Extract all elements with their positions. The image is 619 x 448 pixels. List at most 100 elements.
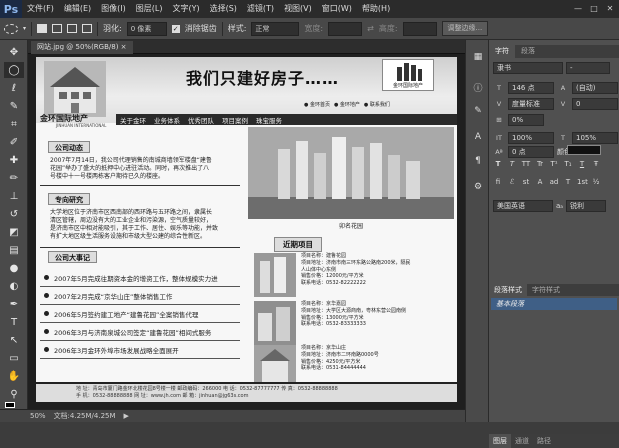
blur-icon[interactable]: ● <box>4 260 24 276</box>
tool-presets-icon[interactable]: ⚙ <box>470 180 486 194</box>
small-caps-button[interactable]: Tr <box>535 160 545 168</box>
subnav-contact[interactable]: ● 联系我们 <box>364 101 390 108</box>
menu-view[interactable]: 视图(V) <box>279 0 317 18</box>
height-input[interactable] <box>402 21 437 36</box>
ordinals-button[interactable]: 1st <box>577 178 588 186</box>
nav-cases[interactable]: 项目案例 <box>218 115 252 125</box>
project-card[interactable]: 项目名称：建鲁花园 项目地址：济南市南三环东路公路南200米，隔民 人山体中心东… <box>254 253 454 299</box>
leading-input[interactable]: (自动) <box>572 82 618 94</box>
status-menu-arrow-icon[interactable]: ▶ <box>124 412 129 420</box>
new-selection-icon[interactable] <box>37 24 48 33</box>
baseline-input[interactable]: 0 点 <box>508 146 554 158</box>
tab-channels[interactable]: 通道 <box>511 436 533 446</box>
restore-button[interactable]: □ <box>587 2 601 14</box>
dodge-icon[interactable]: ◐ <box>4 278 24 294</box>
tracking-input[interactable]: 0 <box>572 98 618 110</box>
nav-business[interactable]: 业务体系 <box>150 115 184 125</box>
rectangle-icon[interactable]: ▭ <box>4 350 24 366</box>
antialias-checkbox[interactable]: ✓ <box>171 24 180 33</box>
ligature-button[interactable]: fi <box>493 178 503 186</box>
brush-presets-icon[interactable]: ✎ <box>470 104 486 118</box>
horizontal-scale-input[interactable]: 105% <box>572 132 618 144</box>
list-item[interactable]: 2006年3月与济南泉城公司签定“建鲁花园”相间式服务 <box>40 323 240 341</box>
scale-input[interactable]: 0% <box>508 114 544 126</box>
subtract-selection-icon[interactable] <box>67 24 78 33</box>
subscript-button[interactable]: T₁ <box>563 160 573 168</box>
menu-select[interactable]: 选择(S) <box>205 0 242 18</box>
clone-stamp-icon[interactable]: ⊥ <box>4 188 24 204</box>
gradient-icon[interactable]: ▤ <box>4 242 24 258</box>
menu-filter[interactable]: 滤镜(T) <box>242 0 279 18</box>
text-color-swatch[interactable] <box>567 145 601 155</box>
nav-services[interactable]: 珠宝服务 <box>252 115 286 125</box>
subnav-estate[interactable]: ● 金环地产 <box>334 101 360 108</box>
info-icon[interactable]: ⓘ <box>470 80 486 94</box>
style-select[interactable]: 正常 <box>251 21 300 36</box>
tab-character[interactable]: 字符 <box>489 45 515 58</box>
lasso-icon[interactable]: ℓ <box>4 80 24 96</box>
document-tab[interactable]: 网站.jpg @ 50%(RGB/8) × <box>31 41 133 54</box>
crop-icon[interactable]: ⌗ <box>4 116 24 132</box>
menu-file[interactable]: 文件(F) <box>22 0 59 18</box>
menu-help[interactable]: 帮助(H) <box>357 0 395 18</box>
pen-icon[interactable]: ✒ <box>4 296 24 312</box>
font-family-select[interactable]: 隶书 <box>493 62 563 74</box>
stylistic-alternates-button[interactable]: ad <box>549 178 559 186</box>
history-icon[interactable]: ▦ <box>470 50 486 64</box>
zoom-level[interactable]: 50% <box>30 412 46 420</box>
subnav-home[interactable]: ● 金环首页 <box>304 101 330 108</box>
project-card[interactable]: 项目名称：京华嘉园 项目地址：大学区大源商南，粤林东营公园南侧 销售价格：130… <box>254 301 454 347</box>
eraser-icon[interactable]: ◩ <box>4 224 24 240</box>
menu-edit[interactable]: 编辑(E) <box>59 0 96 18</box>
character-icon[interactable]: A <box>470 130 486 144</box>
marquee-ellipse-icon[interactable] <box>4 23 18 34</box>
swap-icon[interactable]: ⇄ <box>367 24 374 33</box>
close-button[interactable]: ✕ <box>603 2 617 14</box>
contextual-alternates-button[interactable]: ℰ <box>507 178 517 186</box>
feather-input[interactable]: 0 像素 <box>126 21 167 36</box>
add-selection-icon[interactable] <box>52 24 63 33</box>
fractions-button[interactable]: ½ <box>591 178 601 186</box>
kerning-input[interactable]: 度量标准 <box>508 98 554 110</box>
move-tool-icon[interactable]: ✥ <box>4 44 24 60</box>
type-icon[interactable]: T <box>4 314 24 330</box>
underline-button[interactable]: T <box>577 160 587 168</box>
titling-button[interactable]: T <box>563 178 573 186</box>
language-select[interactable]: 美国英语 <box>493 200 553 212</box>
paragraph-style-row[interactable]: 基本段落 <box>491 298 617 310</box>
tab-close-icon[interactable]: × <box>121 43 127 51</box>
minimize-button[interactable]: — <box>571 2 585 14</box>
tab-layers[interactable]: 图层 <box>489 434 511 448</box>
history-brush-icon[interactable]: ↺ <box>4 206 24 222</box>
menu-image[interactable]: 图像(I) <box>96 0 131 18</box>
nav-about[interactable]: 关于金环 <box>116 115 150 125</box>
font-size-input[interactable]: 146 点 <box>508 82 554 94</box>
list-item[interactable]: 2007年5月完成往期资本金的增资工作，整体规模实力进 <box>40 269 240 287</box>
font-style-select[interactable]: - <box>566 62 610 74</box>
nav-team[interactable]: 优秀团队 <box>184 115 218 125</box>
paragraph-icon[interactable]: ¶ <box>470 154 486 168</box>
strikethrough-button[interactable]: Ŧ <box>591 160 601 168</box>
tab-paragraph-styles[interactable]: 段落样式 <box>489 284 527 296</box>
all-caps-button[interactable]: TT <box>521 160 531 168</box>
path-select-icon[interactable]: ↖ <box>4 332 24 348</box>
brush-icon[interactable]: ✏ <box>4 170 24 186</box>
list-item[interactable]: 2006年5月签约建工地产“建鲁花园”全案销售代理 <box>40 305 240 323</box>
menu-window[interactable]: 窗口(W) <box>317 0 357 18</box>
width-input[interactable] <box>328 21 363 36</box>
discretionary-ligature-button[interactable]: st <box>521 178 531 186</box>
antialias-select[interactable]: 锐利 <box>566 200 607 212</box>
swash-button[interactable]: A <box>535 178 545 186</box>
foreground-color-swatch[interactable] <box>5 402 15 408</box>
hand-icon[interactable]: ✋ <box>4 368 24 384</box>
tab-paths[interactable]: 路径 <box>533 436 555 446</box>
faux-bold-button[interactable]: T <box>493 160 503 168</box>
refine-edge-button[interactable]: 调整边缘... <box>441 21 489 36</box>
list-item[interactable]: 2007年2月完成“京华山庄”整体销售工作 <box>40 287 240 305</box>
superscript-button[interactable]: T¹ <box>549 160 559 168</box>
quick-select-icon[interactable]: ✎ <box>4 98 24 114</box>
intersect-selection-icon[interactable] <box>82 24 93 33</box>
elliptical-marquee-icon[interactable]: ◯ <box>4 62 24 78</box>
eyedropper-icon[interactable]: ✐ <box>4 134 24 150</box>
menu-layer[interactable]: 图层(L) <box>131 0 168 18</box>
